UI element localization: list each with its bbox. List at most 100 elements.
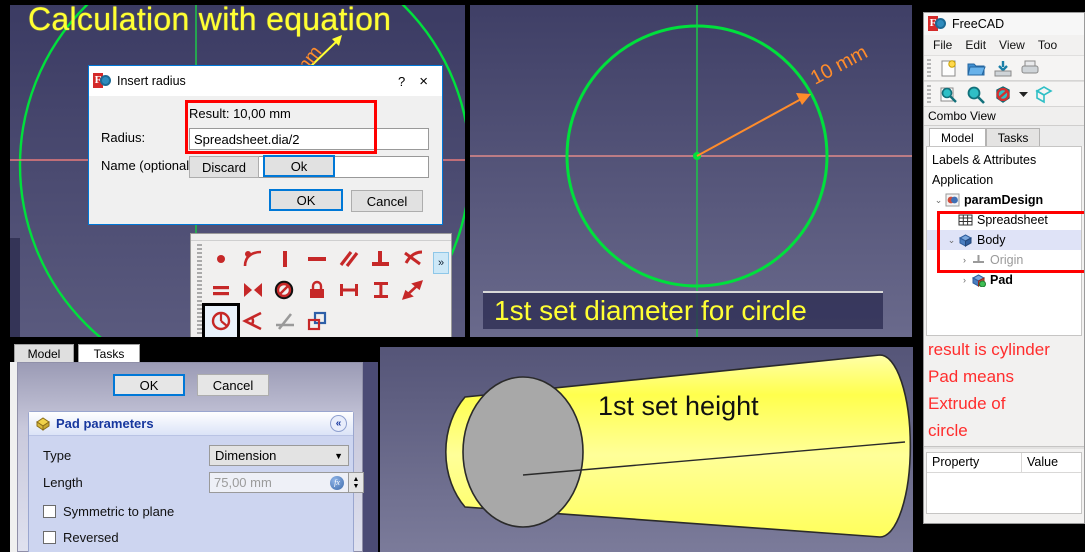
tree-item-origin[interactable]: › Origin [927, 250, 1081, 270]
menu-item-edit[interactable]: Edit [965, 38, 986, 52]
tree-item-label: Pad [990, 273, 1013, 287]
ok-button[interactable]: OK [269, 189, 343, 211]
model-viewport-cylinder[interactable]: 1st set height [380, 347, 913, 552]
constrain-parallel-icon[interactable] [333, 243, 365, 274]
tab-model[interactable]: Model [14, 344, 74, 362]
tree-item-pad[interactable]: › Pad [927, 270, 1081, 290]
toolbar-grip[interactable] [927, 59, 931, 77]
dropdown-arrow-icon[interactable] [1018, 83, 1029, 105]
discard-button[interactable]: Discard [189, 156, 259, 178]
constrain-point-onto-object-icon[interactable] [205, 243, 237, 274]
constrain-perpendicular-icon[interactable] [365, 243, 397, 274]
zoom-icon[interactable] [964, 83, 988, 105]
task-tabs: Model Tasks [10, 342, 378, 362]
length-label: Length [43, 475, 83, 490]
print-document-icon[interactable] [1018, 57, 1042, 79]
sketch-viewport-calculation[interactable]: mm Calculation with equation F Insert ra… [10, 5, 465, 337]
constrain-radius-icon[interactable] [202, 302, 240, 337]
constrain-symmetric-icon[interactable] [237, 274, 269, 305]
constrain-refraction-icon[interactable] [269, 306, 301, 337]
tab-tasks[interactable]: Tasks [985, 128, 1041, 146]
constrain-equal-icon[interactable] [205, 274, 237, 305]
pad-icon [971, 274, 986, 287]
constrain-tangency-icon[interactable] [397, 243, 429, 274]
close-icon[interactable]: × [415, 73, 438, 90]
toolbar-grip[interactable] [927, 85, 931, 103]
chevron-down-icon[interactable]: ⌄ [932, 195, 945, 206]
new-document-icon[interactable] [937, 57, 961, 79]
expression-editor-icon[interactable]: fx [330, 475, 344, 490]
panel-splitter[interactable] [924, 446, 1084, 449]
pad-ok-button[interactable]: OK [113, 374, 185, 396]
tree-item-spreadsheet[interactable]: Spreadsheet [927, 210, 1081, 230]
constrain-tangent-icon[interactable] [237, 243, 269, 274]
length-stepper[interactable]: ▲ ▼ [349, 472, 364, 493]
pad-parameters-group: Pad parameters « Type Dimension ▼ Length… [28, 411, 364, 552]
chevron-down-icon: ▼ [334, 450, 343, 461]
freecad-main-window[interactable]: F FreeCAD File Edit View Too Combo View … [923, 12, 1085, 524]
pad-parameters-task-panel[interactable]: Model Tasks OK Cancel Pad parameters « T… [10, 342, 378, 552]
tree-item-body[interactable]: ⌄ Body [927, 230, 1081, 250]
pad-parameters-header[interactable]: Pad parameters « [29, 412, 353, 436]
toggle-driving-constraint-icon[interactable] [301, 306, 333, 337]
chevron-down-icon[interactable]: ⌄ [945, 235, 958, 246]
tree-item-application[interactable]: Application [927, 170, 1081, 190]
insert-radius-dialog[interactable]: F Insert radius ? × Result: 10,00 mm Rad… [88, 65, 443, 225]
menu-item-tools[interactable]: Too [1038, 38, 1057, 52]
tree-item-label: Application [932, 173, 994, 187]
constrain-vertical-icon[interactable] [269, 243, 301, 274]
constrain-horizontal-icon[interactable] [301, 243, 333, 274]
constrain-angle-icon[interactable] [237, 306, 269, 337]
fit-all-icon[interactable] [937, 83, 961, 105]
axonometric-view-icon[interactable] [1032, 83, 1056, 105]
tree-item-label: Spreadsheet [977, 213, 1048, 227]
menu-item-view[interactable]: View [999, 38, 1025, 52]
symmetric-to-plane-checkbox[interactable] [43, 505, 56, 518]
origin-icon [973, 255, 984, 263]
radius-expression-input[interactable]: Spreadsheet.dia/2 [189, 128, 429, 150]
toolbar-grip[interactable] [197, 244, 202, 336]
tab-model[interactable]: Model [929, 128, 986, 146]
menu-item-file[interactable]: File [933, 38, 952, 52]
constrain-lock-icon[interactable] [301, 274, 333, 305]
chevron-right-icon[interactable]: › [958, 275, 971, 285]
save-document-icon[interactable] [991, 57, 1015, 79]
chevron-up-icon[interactable]: « [330, 415, 347, 432]
annotation-block: result is cylinder Pad means Extrude of … [924, 336, 1084, 444]
annotation-line: result is cylinder [928, 340, 1050, 359]
model-tree[interactable]: Labels & Attributes Application ⌄ paramD… [926, 146, 1084, 336]
viewport-edge [10, 238, 20, 337]
column-header-property: Property [927, 453, 1022, 472]
dialog-title: Insert radius [117, 74, 186, 88]
length-field-group[interactable]: 75,00 mm fx ▲ ▼ [209, 472, 364, 493]
tree-item-paramdesign[interactable]: ⌄ paramDesign [927, 190, 1081, 210]
task-panel-body: OK Cancel Pad parameters « Type Dimensio… [17, 362, 364, 552]
constrain-block-icon[interactable] [269, 274, 301, 305]
constrain-vertical-distance-icon[interactable] [365, 274, 397, 305]
pad-type-select[interactable]: Dimension ▼ [209, 445, 349, 466]
toolbar-expand-button[interactable]: » [433, 252, 449, 274]
cancel-button[interactable]: Cancel [351, 190, 423, 212]
pad-length-input[interactable]: 75,00 mm fx [209, 472, 349, 493]
sketcher-constraints-toolbar[interactable]: » [190, 233, 452, 337]
window-titlebar: F FreeCAD [924, 13, 1084, 35]
dialog-titlebar: F Insert radius ? × [89, 66, 442, 96]
help-icon[interactable]: ? [388, 74, 415, 89]
reversed-checkbox[interactable] [43, 531, 56, 544]
property-editor[interactable]: Property Value [926, 452, 1082, 514]
sketch-viewport-circle[interactable]: 10 mm 1st set diameter for circle [470, 5, 912, 337]
chevron-right-icon[interactable]: › [958, 255, 971, 265]
tree-item-label: paramDesign [964, 193, 1044, 207]
constrain-horizontal-distance-icon[interactable] [333, 274, 365, 305]
toolbar-handle[interactable] [191, 234, 451, 241]
ok-small-button[interactable]: Ok [263, 155, 335, 177]
constrain-distance-icon[interactable] [397, 274, 429, 305]
tab-tasks[interactable]: Tasks [78, 344, 140, 362]
tree-header-labels-attributes: Labels & Attributes [927, 150, 1081, 170]
cylinder-geometry [444, 354, 912, 538]
open-document-icon[interactable] [964, 57, 988, 79]
pad-cancel-button[interactable]: Cancel [197, 374, 269, 396]
no-refresh-icon[interactable] [991, 83, 1015, 105]
annotation-line: Pad means [928, 367, 1014, 386]
pad-type-value: Dimension [215, 448, 277, 463]
